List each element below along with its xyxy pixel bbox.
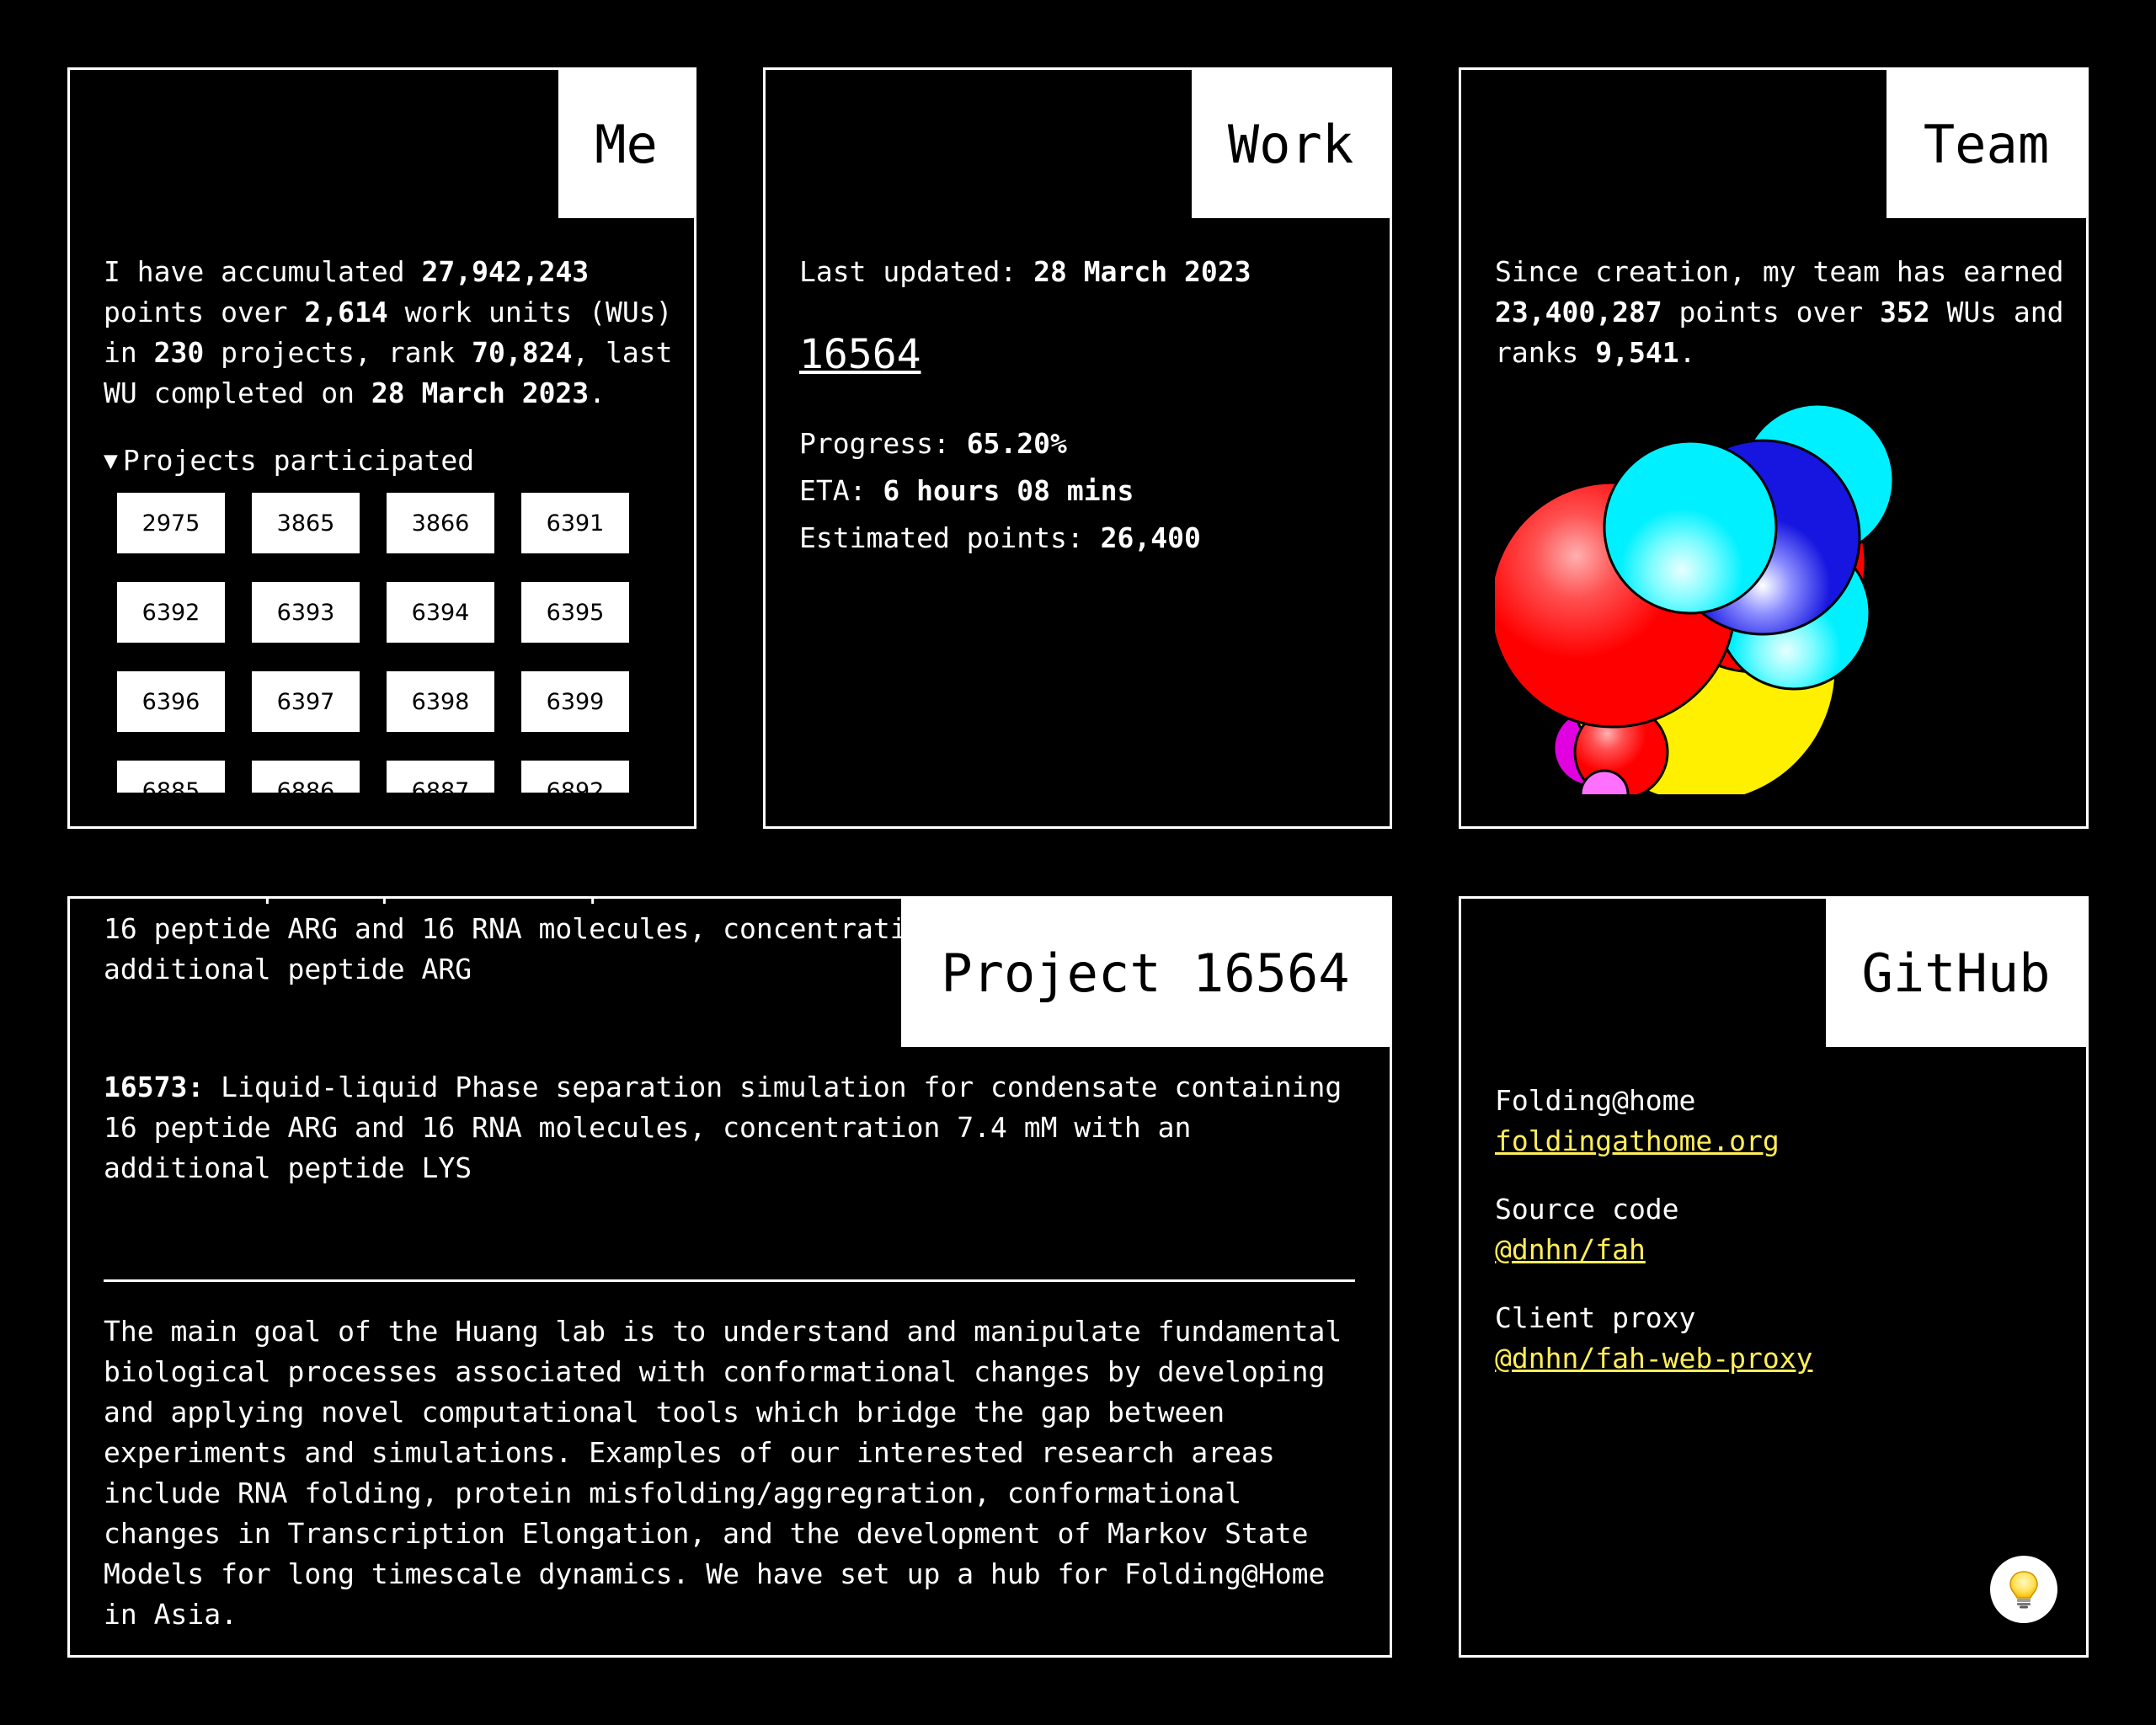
progress-value: 65.20% xyxy=(966,427,1067,460)
progress-row: Progress: 65.20% xyxy=(799,420,1201,467)
projects-toggle[interactable]: ▼ Projects participated xyxy=(104,441,676,481)
current-project-link[interactable]: 16564 xyxy=(799,331,921,378)
eta-row: ETA: 6 hours 08 mins xyxy=(799,467,1201,515)
molecule-graphic xyxy=(1495,403,1895,794)
github-card-title: GitHub xyxy=(1826,899,2086,1047)
project-card-title: Project 16564 xyxy=(901,899,1390,1047)
project-entry-text: Liquid-liquid Phase separation simulatio… xyxy=(104,1071,1342,1184)
me-card: Me I have accumulated 27,942,243 points … xyxy=(67,67,696,829)
theme-toggle-button[interactable] xyxy=(1990,1556,2057,1623)
project-chip[interactable]: 6892 xyxy=(521,761,629,793)
link-group-label: Client proxy xyxy=(1495,1301,1696,1334)
link-group-folding: Folding@home foldingathome.org xyxy=(1495,1081,2068,1162)
project-chip[interactable]: 6393 xyxy=(252,582,360,643)
summary-text: Since creation, my team has earned xyxy=(1495,255,2064,288)
project-chip[interactable]: 6397 xyxy=(252,671,360,732)
project-chip[interactable]: 6394 xyxy=(387,582,494,643)
link-group-source: Source code @dnhn/fah xyxy=(1495,1189,2068,1270)
project-chip[interactable]: 6885 xyxy=(117,761,225,793)
project-chip[interactable]: 6392 xyxy=(117,582,225,643)
me-card-title: Me xyxy=(558,70,694,218)
project-list[interactable]: 2975 3865 3866 6391 6392 6393 6394 6395 … xyxy=(117,493,656,793)
project-chip[interactable]: 6887 xyxy=(387,761,494,793)
last-updated: Last updated: 28 March 2023 xyxy=(799,252,1251,292)
estimated-points-value: 26,400 xyxy=(1100,521,1201,554)
projects-details: ▼ Projects participated xyxy=(104,441,676,481)
last-updated-label: Last updated: xyxy=(799,255,1034,288)
work-card-title: Work xyxy=(1192,70,1390,218)
molecule-illustration xyxy=(1495,403,2068,794)
project-card: Project 16564 16572: Liquid-liquid Phase… xyxy=(67,896,1392,1658)
estimated-points-label: Estimated points: xyxy=(799,521,1101,554)
project-chip[interactable]: 6398 xyxy=(387,671,494,732)
summary-text: . xyxy=(589,377,606,409)
total-projects: 230 xyxy=(153,336,205,369)
client-proxy-link[interactable]: @dnhn/fah-web-proxy xyxy=(1495,1342,1813,1375)
team-rank: 9,541 xyxy=(1595,336,1679,369)
project-chip[interactable]: 6391 xyxy=(521,493,629,553)
eta-label: ETA: xyxy=(799,474,883,507)
link-group-label: Source code xyxy=(1495,1193,1679,1226)
total-wus: 2,614 xyxy=(304,296,388,328)
projects-toggle-label: Projects participated xyxy=(122,444,475,477)
project-entry: 16573: Liquid-liquid Phase separation si… xyxy=(104,1067,1367,1188)
project-chip[interactable]: 6396 xyxy=(117,671,225,732)
link-group-label: Folding@home xyxy=(1495,1084,1696,1117)
project-chip[interactable]: 3866 xyxy=(387,493,494,553)
triangle-down-icon: ▼ xyxy=(104,446,118,474)
project-chip[interactable]: 6399 xyxy=(521,671,629,732)
team-summary: Since creation, my team has earned 23,40… xyxy=(1495,252,2068,373)
github-card: GitHub Folding@home foldingathome.org So… xyxy=(1459,896,2089,1658)
team-card-title: Team xyxy=(1886,70,2086,218)
eta-value: 6 hours 08 mins xyxy=(883,474,1134,507)
summary-text: projects, rank xyxy=(204,336,472,369)
team-wus: 352 xyxy=(1879,296,1930,328)
summary-text: . xyxy=(1678,336,1696,369)
project-entry-id: 16573: xyxy=(104,1071,205,1103)
summary-text: I have accumulated xyxy=(104,255,422,288)
divider xyxy=(104,1279,1355,1282)
total-points: 27,942,243 xyxy=(421,255,590,288)
link-group-proxy: Client proxy @dnhn/fah-web-proxy xyxy=(1495,1298,2068,1379)
source-code-link[interactable]: @dnhn/fah xyxy=(1495,1233,1646,1266)
project-chip[interactable]: 2975 xyxy=(117,493,225,553)
project-entry-id: 16572: xyxy=(104,899,204,905)
project-description: The main goal of the Huang lab is to und… xyxy=(104,1315,1342,1631)
user-rank: 70,824 xyxy=(472,336,573,369)
work-stats: Progress: 65.20% ETA: 6 hours 08 mins Es… xyxy=(799,420,1201,562)
project-chip[interactable]: 6395 xyxy=(521,582,629,643)
lightbulb-icon xyxy=(2009,1571,2038,1609)
summary-text: points over xyxy=(1662,296,1880,328)
points-row: Estimated points: 26,400 xyxy=(799,515,1201,562)
last-updated-value: 28 March 2023 xyxy=(1033,255,1251,288)
project-chip[interactable]: 6886 xyxy=(252,761,360,793)
progress-label: Progress: xyxy=(799,427,967,460)
team-points: 23,400,287 xyxy=(1495,296,1662,328)
project-chip[interactable]: 3865 xyxy=(252,493,360,553)
summary-text: points over xyxy=(104,296,305,328)
me-summary: I have accumulated 27,942,243 points ove… xyxy=(104,252,676,414)
foldingathome-link[interactable]: foldingathome.org xyxy=(1495,1124,1780,1157)
last-wu-date: 28 March 2023 xyxy=(371,377,590,409)
team-card: Team Since creation, my team has earned … xyxy=(1459,67,2089,829)
work-card: Work Last updated: 28 March 2023 16564 P… xyxy=(763,67,1392,829)
